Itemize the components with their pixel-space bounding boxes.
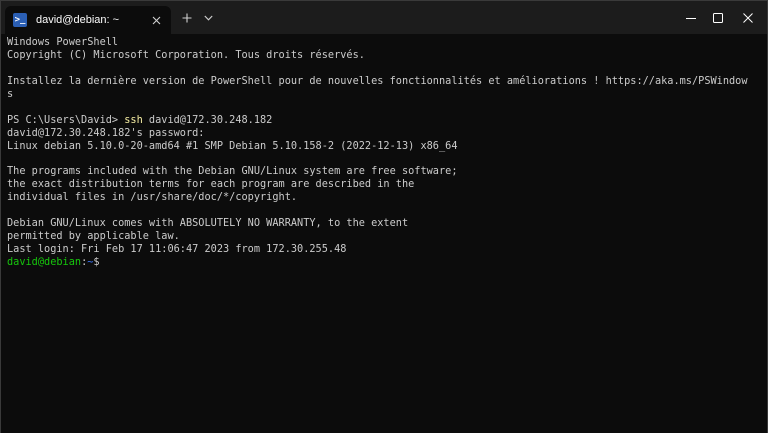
- close-window-button[interactable]: [728, 1, 768, 34]
- terminal-line: Linux debian 5.10.0-20-amd64 #1 SMP Debi…: [7, 139, 458, 152]
- terminal-window: >_ david@debian: ~ Windows PowerShell Co…: [0, 0, 768, 433]
- tab-title: david@debian: ~: [36, 14, 120, 26]
- chevron-down-icon: [203, 15, 213, 21]
- terminal-output[interactable]: Windows PowerShell Copyright (C) Microsof…: [1, 34, 767, 433]
- minimize-icon: [686, 17, 696, 19]
- terminal-line: Debian GNU/Linux comes with ABSOLUTELY N…: [7, 217, 409, 230]
- terminal-line: Windows PowerShell: [7, 36, 119, 48]
- ps-prompt: PS C:\Users\David>: [7, 113, 125, 126]
- command-name: ssh: [124, 113, 143, 126]
- tab-david-debian[interactable]: >_ david@debian: ~: [5, 6, 171, 34]
- terminal-line: PS C:\Users\David> ssh david@172.30.248.…: [7, 114, 761, 127]
- new-tab-button[interactable]: [177, 7, 197, 29]
- terminal-line: david@172.30.248.182's password:: [7, 126, 205, 139]
- plus-icon: [182, 13, 192, 23]
- close-icon: [743, 12, 753, 23]
- terminal-line: individual files in /usr/share/doc/*/cop…: [7, 191, 298, 204]
- powershell-icon: >_: [13, 13, 27, 27]
- title-bar: >_ david@debian: ~: [1, 1, 767, 34]
- command-args: david@172.30.248.182: [142, 113, 273, 126]
- prompt-symbol: $: [93, 255, 100, 268]
- terminal-line: Last login: Fri Feb 17 11:06:47 2023 fro…: [7, 243, 347, 255]
- terminal-line: Installez la dernière version de PowerSh…: [7, 74, 748, 87]
- tab-dropdown-button[interactable]: [199, 7, 217, 29]
- terminal-line: Copyright (C) Microsoft Corporation. Tou…: [7, 48, 365, 61]
- prompt-user-host: david@debian: [7, 255, 82, 268]
- shell-prompt: david@debian:~$: [7, 256, 761, 269]
- terminal-line: permitted by applicable law.: [7, 230, 180, 243]
- tab-close-button[interactable]: [147, 11, 165, 29]
- terminal-line: s: [7, 87, 14, 100]
- close-icon: [152, 16, 160, 24]
- maximize-icon: [713, 12, 723, 23]
- terminal-line: the exact distribution terms for each pr…: [7, 178, 415, 191]
- terminal-line: The programs included with the Debian GN…: [7, 165, 458, 178]
